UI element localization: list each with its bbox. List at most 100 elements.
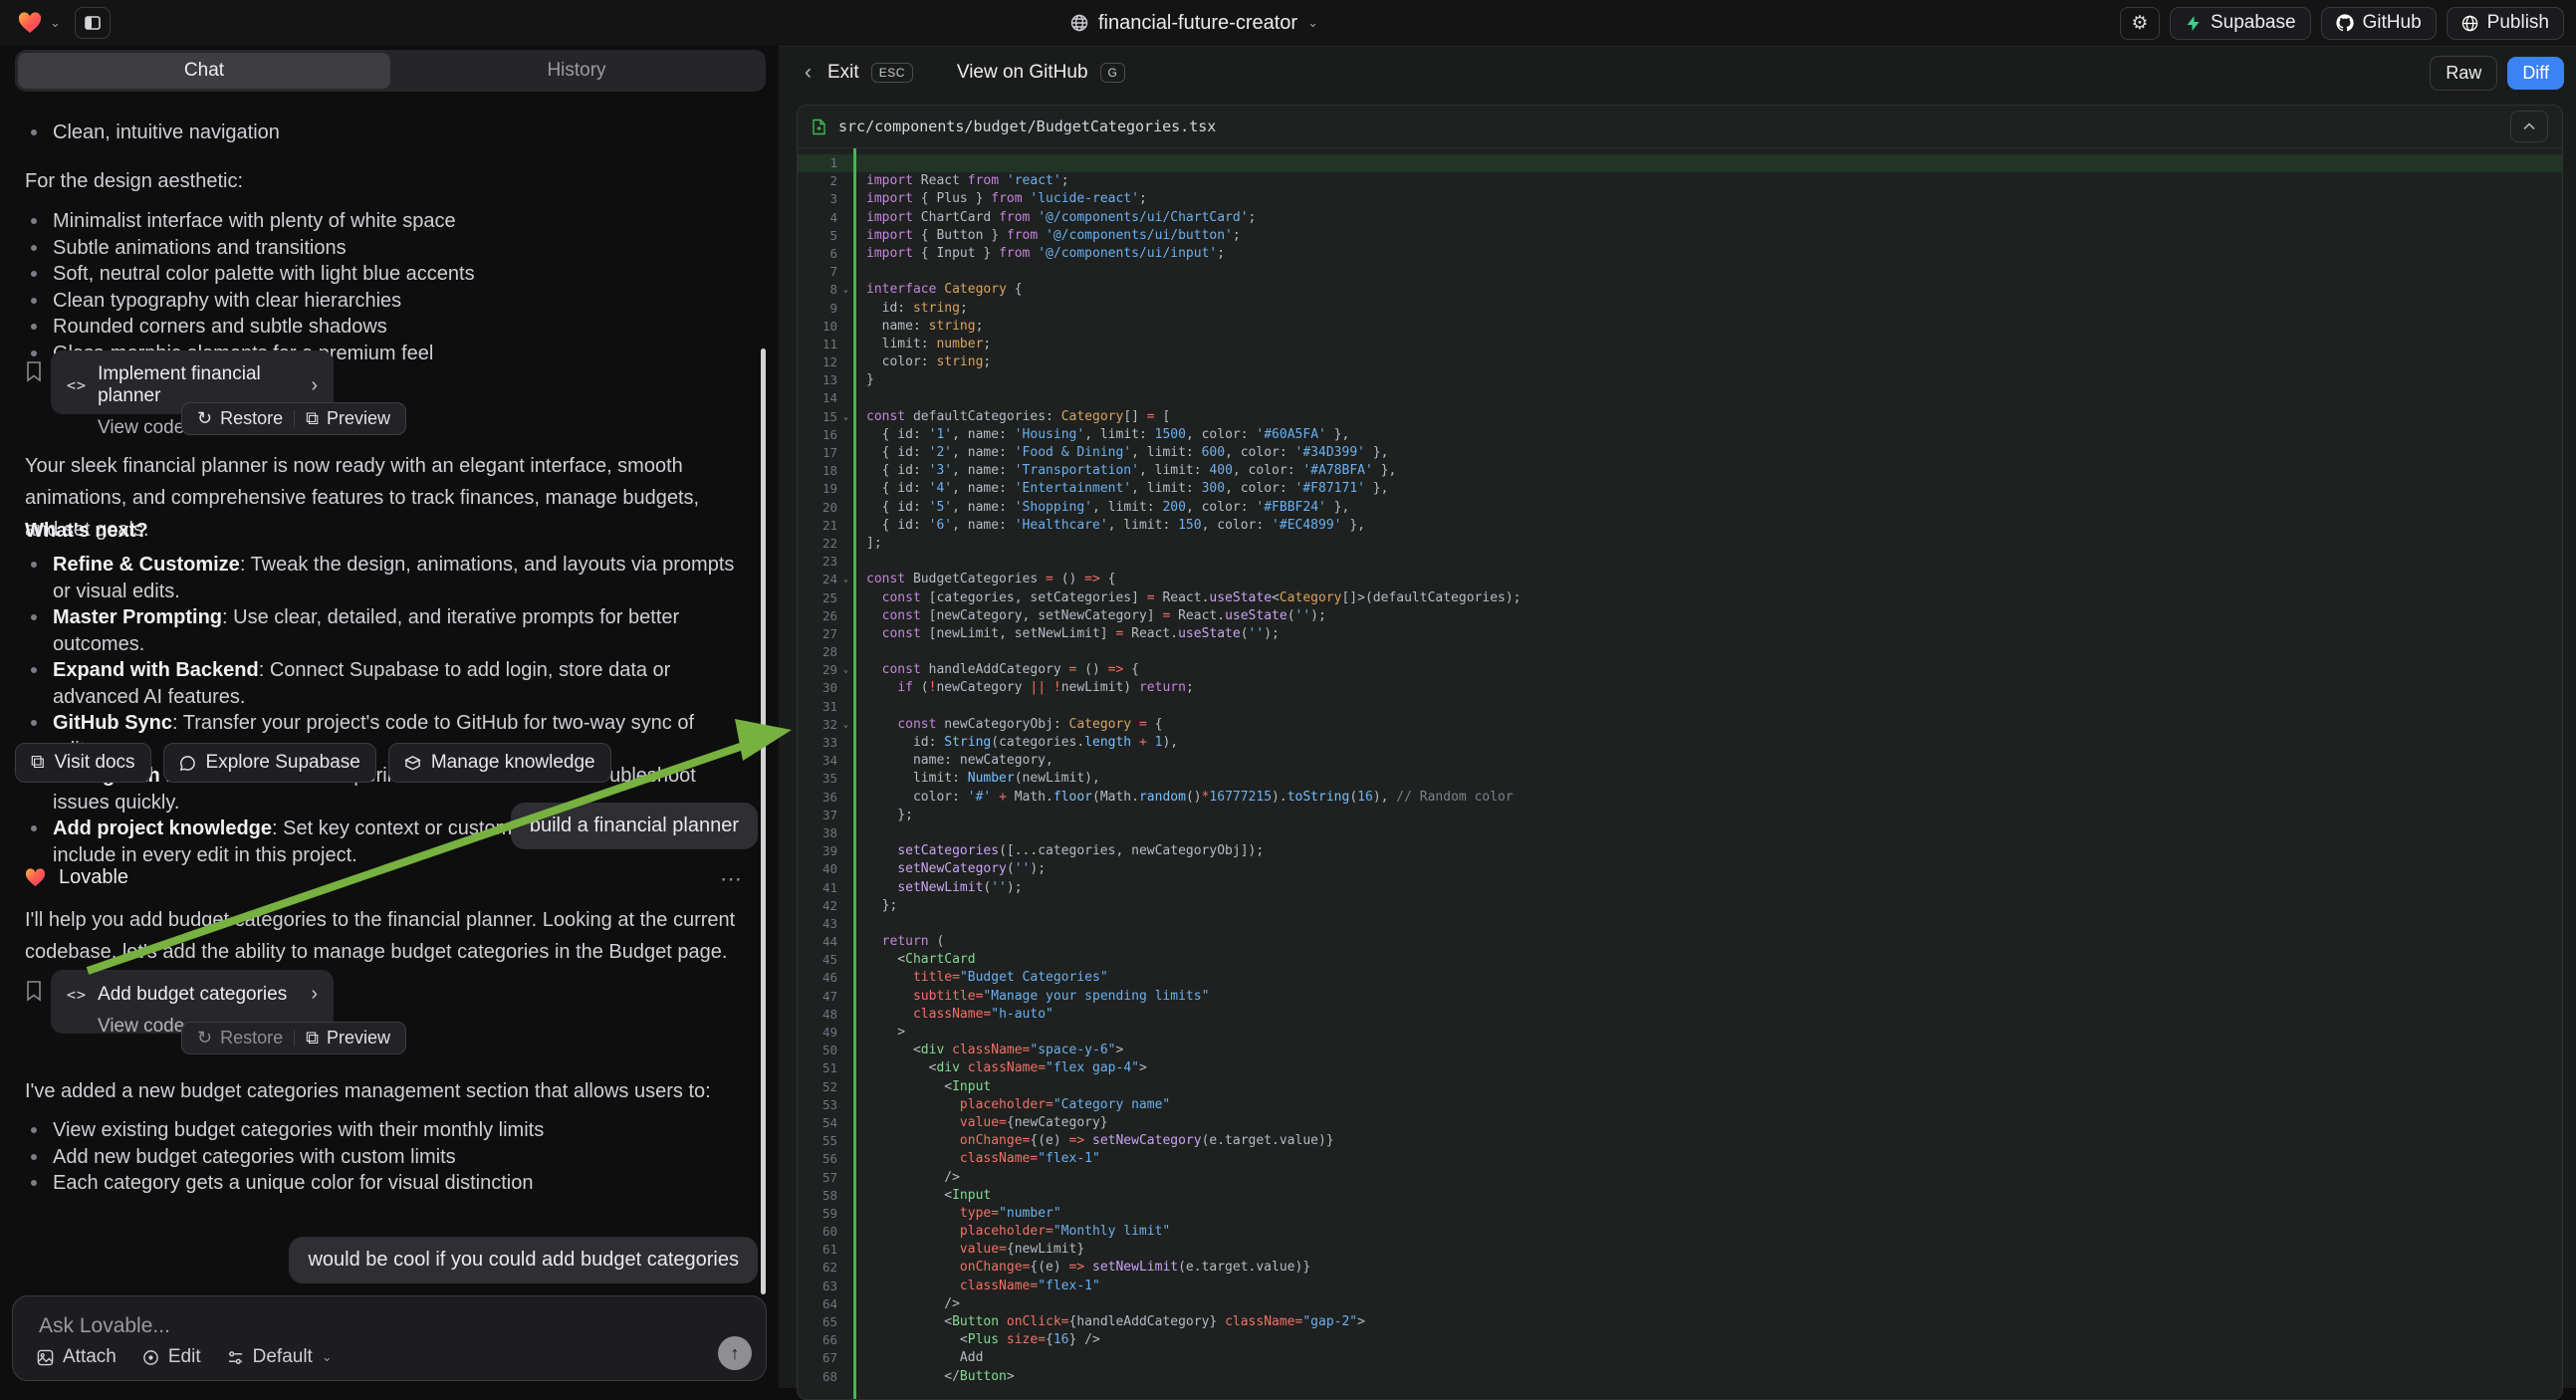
globe-icon [1070,14,1088,32]
chevron-down-icon: ⌄ [322,1349,333,1365]
tab-history[interactable]: History [390,53,763,89]
chat-scrollbar[interactable] [761,349,766,1294]
list-item: Rounded corners and subtle shadows [25,314,475,341]
attach-image-icon [37,1349,54,1366]
code-line: 28 [798,643,2562,661]
sliders-icon [227,1350,244,1365]
code-line: 45 <ChartCard [798,951,2562,969]
code-line: 11 limit: number; [798,336,2562,353]
external-link-icon: ⧉ [306,408,319,429]
raw-toggle-button[interactable]: Raw [2430,56,2497,91]
supabase-button[interactable]: Supabase [2170,7,2311,40]
added-bullet-list: View existing budget categories with the… [25,1117,544,1197]
edit-button[interactable]: Edit [142,1346,201,1368]
external-link-icon: ⧉ [31,752,45,774]
code-line: 55 onChange={(e) => setNewCategory(e.tar… [798,1132,2562,1150]
project-chevron-down-icon: ⌄ [1307,15,1318,31]
chat-bubble-icon [179,755,196,772]
code-line: 35 limit: Number(newLimit), [798,770,2562,788]
code-line: 16 { id: '1', name: 'Housing', limit: 15… [798,426,2562,444]
bookmark-icon[interactable] [25,980,43,1002]
file-path: src/components/budget/BudgetCategories.t… [838,117,1216,135]
chevron-right-icon: › [311,374,318,397]
code-line: 4import ChartCard from '@/components/ui/… [798,209,2562,227]
code-line: 30 if (!newCategory || !newLimit) return… [798,679,2562,697]
send-button[interactable]: ↑ [718,1336,752,1370]
code-line: 24⌄const BudgetCategories = () => { [798,571,2562,588]
code-line: 36 color: '#' + Math.floor(Math.random()… [798,789,2562,807]
message-menu-button[interactable]: ⋯ [720,866,744,892]
code-line: 26 const [newCategory, setNewCategory] =… [798,607,2562,625]
code-line: 51 <div className="flex gap-4"> [798,1059,2562,1077]
preview-button[interactable]: ⧉Preview [295,1028,401,1049]
view-on-github-button[interactable]: View on GitHub [957,62,1088,84]
chevron-right-icon: › [311,983,318,1006]
list-item: Add new budget categories with custom li… [25,1144,544,1171]
list-item: Master Prompting: Use clear, detailed, a… [25,604,747,657]
code-line: 18 { id: '3', name: 'Transportation', li… [798,462,2562,480]
code-line: 39 setCategories([...categories, newCate… [798,842,2562,860]
tab-chat[interactable]: Chat [18,53,390,89]
project-name: financial-future-creator [1098,12,1297,35]
code-line: 42 }; [798,897,2562,915]
code-line: 62 onChange={(e) => setNewLimit(e.target… [798,1259,2562,1277]
code-line: 14 [798,389,2562,407]
list-item: Subtle animations and transitions [25,235,475,262]
preview-button[interactable]: ⧉Preview [295,408,401,429]
composer-input[interactable]: Ask Lovable... [39,1314,170,1338]
code-line: 60 placeholder="Monthly limit" [798,1223,2562,1241]
manage-knowledge-button[interactable]: Manage knowledge [388,743,611,783]
added-paragraph: I've added a new budget categories manag… [25,1075,754,1107]
code-line: 27 const [newLimit, setNewLimit] = React… [798,625,2562,643]
lovable-logo-icon[interactable] [18,12,42,34]
publish-globe-icon [2461,15,2478,32]
code-line: 20 { id: '5', name: 'Shopping', limit: 2… [798,499,2562,517]
code-line: 15⌄const defaultCategories: Category[] =… [798,408,2562,426]
publish-button[interactable]: Publish [2447,7,2564,40]
code-line: 57 /> [798,1169,2562,1187]
code-line: 7 [798,263,2562,281]
code-line: 37 }; [798,807,2562,824]
github-icon [2336,14,2354,32]
mode-select[interactable]: Default ⌄ [227,1346,333,1368]
bookmark-icon[interactable] [25,360,43,382]
chat-history-tabbar: Chat History [15,50,766,92]
code-brackets-icon: <> [67,986,87,1004]
restore-preview-toolbar: ↻Restore ⧉Preview [181,1022,406,1054]
github-button[interactable]: GitHub [2321,7,2437,40]
visit-docs-button[interactable]: ⧉ Visit docs [15,743,151,783]
chevron-left-icon[interactable]: ‹ [805,61,812,85]
diff-toggle-button[interactable]: Diff [2507,57,2564,90]
settings-gear-button[interactable]: ⚙ [2120,7,2160,40]
user-message: build a financial planner [511,803,758,849]
restore-button[interactable]: ↻Restore [186,408,294,429]
code-line: 23 [798,553,2562,571]
explore-supabase-button[interactable]: Explore Supabase [163,743,376,783]
code-line: 48 className="h-auto" [798,1006,2562,1024]
logo-chevron-down-icon[interactable]: ⌄ [50,15,61,31]
code-line: 67 Add [798,1349,2562,1367]
code-line: 54 value={newCategory} [798,1114,2562,1132]
code-line: 38 [798,824,2562,842]
code-line: 47 subtitle="Manage your spending limits… [798,988,2562,1006]
sidebar-toggle-button[interactable] [75,7,111,39]
code-line: 52 <Input [798,1078,2562,1096]
code-content[interactable]: 1 2import React from 'react';3import { P… [798,148,2562,1399]
supabase-bolt-icon [2185,15,2202,32]
restore-icon: ↻ [197,1028,212,1049]
exit-button[interactable]: Exit [827,62,859,84]
code-line: 32⌄ const newCategoryObj: Category = { [798,716,2562,734]
code-line: 10 name: string; [798,318,2562,336]
code-line: 49 > [798,1024,2562,1042]
project-switcher[interactable]: financial-future-creator ⌄ [1070,0,1318,46]
user-message: would be cool if you could add budget ca… [289,1237,758,1283]
list-item: Clean typography with clear hierarchies [25,288,475,315]
restore-button[interactable]: ↻Restore [186,1028,294,1049]
collapse-file-button[interactable] [2510,111,2548,142]
file-card-header[interactable]: src/components/budget/BudgetCategories.t… [798,106,2562,148]
attach-button[interactable]: Attach [37,1346,117,1368]
code-view-header: ‹ Exit ESC View on GitHub G Raw Diff [779,47,2576,99]
code-line: 33 id: String(categories.length + 1), [798,734,2562,752]
code-line: 61 value={newLimit} [798,1241,2562,1259]
reply-paragraph: I'll help you add budget categories to t… [25,904,754,968]
